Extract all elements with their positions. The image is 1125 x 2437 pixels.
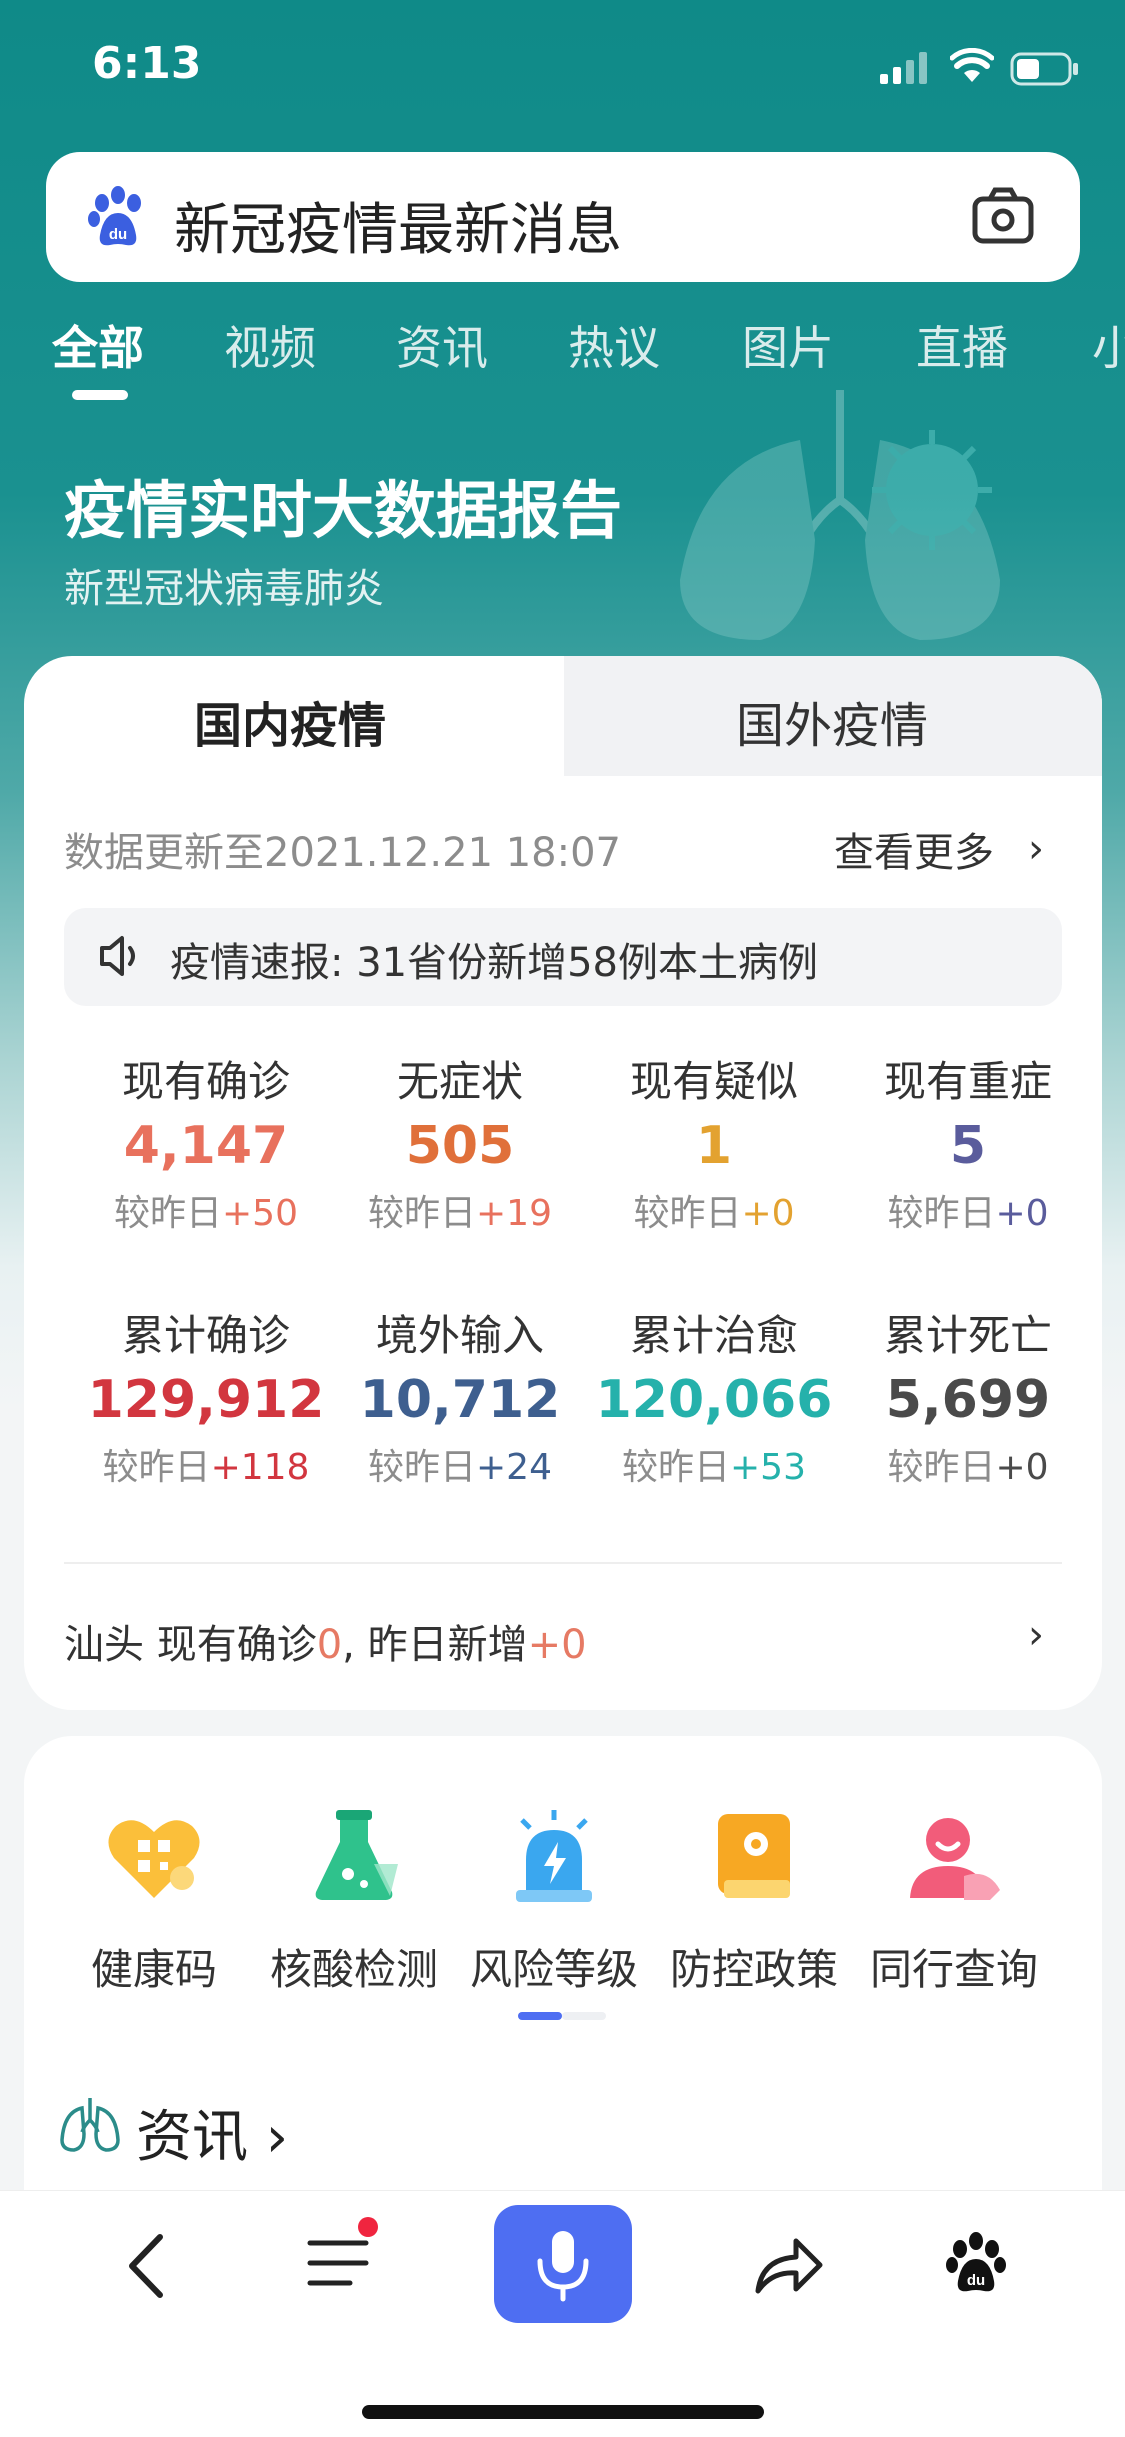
- services-card: 健康码 核酸检测 风险等级 防控政策 同行查询 资讯 ›: [24, 1736, 1102, 2196]
- companion-icon: [910, 1818, 1000, 1900]
- wifi-icon: [950, 48, 994, 82]
- search-bar[interactable]: du 新冠疫情最新消息: [46, 152, 1080, 282]
- stat-change: 较昨日+118: [102, 1447, 310, 1488]
- stat-total-deaths: 累计死亡 5,699 较昨日+0: [848, 1302, 1088, 1490]
- menu-icon[interactable]: [306, 2215, 382, 2295]
- signal-icon: [880, 52, 927, 84]
- stat-total-cured: 累计治愈 120,066 较昨日+53: [594, 1302, 834, 1490]
- stat-asymptomatic: 无症状 505 较昨日+19: [340, 1048, 580, 1236]
- svg-text:du: du: [109, 226, 127, 243]
- stat-label: 现有疑似: [629, 1057, 798, 1106]
- tab-more[interactable]: 小: [1092, 312, 1125, 378]
- stat-value: 1: [695, 1116, 733, 1176]
- stat-current-confirmed: 现有确诊 4,147 较昨日+50: [86, 1048, 326, 1236]
- stat-label: 境外输入: [375, 1311, 544, 1360]
- stat-severe: 现有重症 5 较昨日+0: [848, 1048, 1088, 1236]
- tab-live[interactable]: 直播: [916, 312, 1008, 378]
- news-flash[interactable]: 疫情速报: 31省份新增58例本土病例: [64, 908, 1062, 1006]
- update-time: 数据更新至2021.12.21 18:07: [64, 830, 622, 876]
- hero-title: 疫情实时大数据报告: [64, 474, 623, 547]
- service-health-code[interactable]: 健康码: [54, 1806, 254, 1997]
- stat-label: 累计死亡: [883, 1311, 1052, 1360]
- stat-change: 较昨日+0: [887, 1193, 1049, 1234]
- stat-value: 5,699: [885, 1370, 1051, 1430]
- voice-search-button[interactable]: [494, 2205, 632, 2323]
- active-tab-indicator: [72, 390, 128, 400]
- service-nucleic-test[interactable]: 核酸检测: [254, 1806, 454, 1997]
- lungs-icon: [60, 2098, 120, 2152]
- stat-total-confirmed: 累计确诊 129,912 较昨日+118: [86, 1302, 326, 1490]
- tab-video[interactable]: 视频: [224, 312, 316, 378]
- stat-change: 较昨日+19: [368, 1193, 552, 1234]
- view-more-link[interactable]: 查看更多: [834, 820, 994, 878]
- service-label: 防控政策: [669, 1945, 838, 1994]
- status-time: 6:13: [92, 38, 202, 89]
- info-section-title[interactable]: 资讯 ›: [136, 2092, 288, 2173]
- epidemic-report-card: 国内疫情 国外疫情 数据更新至2021.12.21 18:07 查看更多 › 疫…: [24, 656, 1102, 1710]
- share-icon[interactable]: [752, 2233, 824, 2297]
- service-label: 健康码: [90, 1945, 217, 1994]
- stat-value: 505: [405, 1116, 515, 1176]
- tab-foreign[interactable]: 国外疫情: [736, 686, 928, 756]
- stat-value: 129,912: [87, 1370, 325, 1430]
- stat-value: 4,147: [123, 1116, 289, 1176]
- policy-book-icon: [718, 1814, 790, 1898]
- bottom-toolbar: du: [0, 2190, 1125, 2437]
- chevron-right-icon[interactable]: ›: [1028, 1612, 1044, 1658]
- divider: [64, 1562, 1062, 1564]
- stat-change: 较昨日+0: [887, 1447, 1049, 1488]
- stat-label: 现有确诊: [121, 1057, 290, 1106]
- stat-imported: 境外输入 10,712 较昨日+24: [340, 1302, 580, 1490]
- stat-label: 累计确诊: [121, 1311, 290, 1360]
- service-companion-query[interactable]: 同行查询: [854, 1806, 1054, 1997]
- alarm-icon: [516, 1810, 592, 1902]
- tab-domestic[interactable]: 国内疫情: [194, 686, 386, 756]
- search-input[interactable]: 新冠疫情最新消息: [174, 185, 622, 266]
- lungs-virus-illustration: [680, 390, 1000, 640]
- local-city-summary[interactable]: 汕头 现有确诊0, 昨日新增+0: [64, 1612, 587, 1670]
- tab-images[interactable]: 图片: [742, 312, 834, 378]
- tab-discussion[interactable]: 热议: [568, 312, 660, 378]
- stat-suspected: 现有疑似 1 较昨日+0: [594, 1048, 834, 1236]
- stat-label: 无症状: [396, 1057, 523, 1106]
- news-flash-text: 疫情速报: 31省份新增58例本土病例: [170, 940, 818, 986]
- stat-change: 较昨日+50: [114, 1193, 298, 1234]
- stat-value: 5: [949, 1116, 987, 1176]
- svg-text:du: du: [967, 2272, 985, 2289]
- hero-subtitle: 新型冠状病毒肺炎: [64, 566, 384, 612]
- health-code-icon: [108, 1820, 200, 1898]
- stat-label: 现有重症: [883, 1057, 1052, 1106]
- microphone-icon: [537, 2231, 589, 2302]
- battery-icon: [1010, 52, 1078, 86]
- baidu-home-icon[interactable]: du: [944, 2231, 1008, 2295]
- speaker-icon: [100, 936, 135, 976]
- status-bar: 6:13: [0, 0, 1125, 140]
- home-indicator: [362, 2405, 764, 2419]
- stat-change: 较昨日+53: [622, 1447, 806, 1488]
- service-label: 风险等级: [469, 1945, 638, 1994]
- tab-all[interactable]: 全部: [52, 312, 144, 378]
- stat-change: 较昨日+0: [633, 1193, 795, 1234]
- service-label: 核酸检测: [269, 1945, 438, 1994]
- chevron-right-icon[interactable]: ›: [1028, 826, 1044, 872]
- stat-label: 累计治愈: [629, 1311, 798, 1360]
- stat-change: 较昨日+24: [368, 1447, 552, 1488]
- camera-icon[interactable]: [972, 185, 1034, 245]
- baidu-paw-icon: du: [88, 186, 141, 246]
- flask-icon: [315, 1810, 398, 1900]
- service-risk-level[interactable]: 风险等级: [454, 1806, 654, 1997]
- stat-value: 120,066: [595, 1370, 833, 1430]
- page-indicator: [518, 2012, 606, 2020]
- back-icon[interactable]: [118, 2231, 174, 2301]
- service-label: 同行查询: [869, 1945, 1038, 1994]
- service-policy[interactable]: 防控政策: [654, 1806, 854, 1997]
- stat-value: 10,712: [359, 1370, 561, 1430]
- tab-news[interactable]: 资讯: [396, 312, 488, 378]
